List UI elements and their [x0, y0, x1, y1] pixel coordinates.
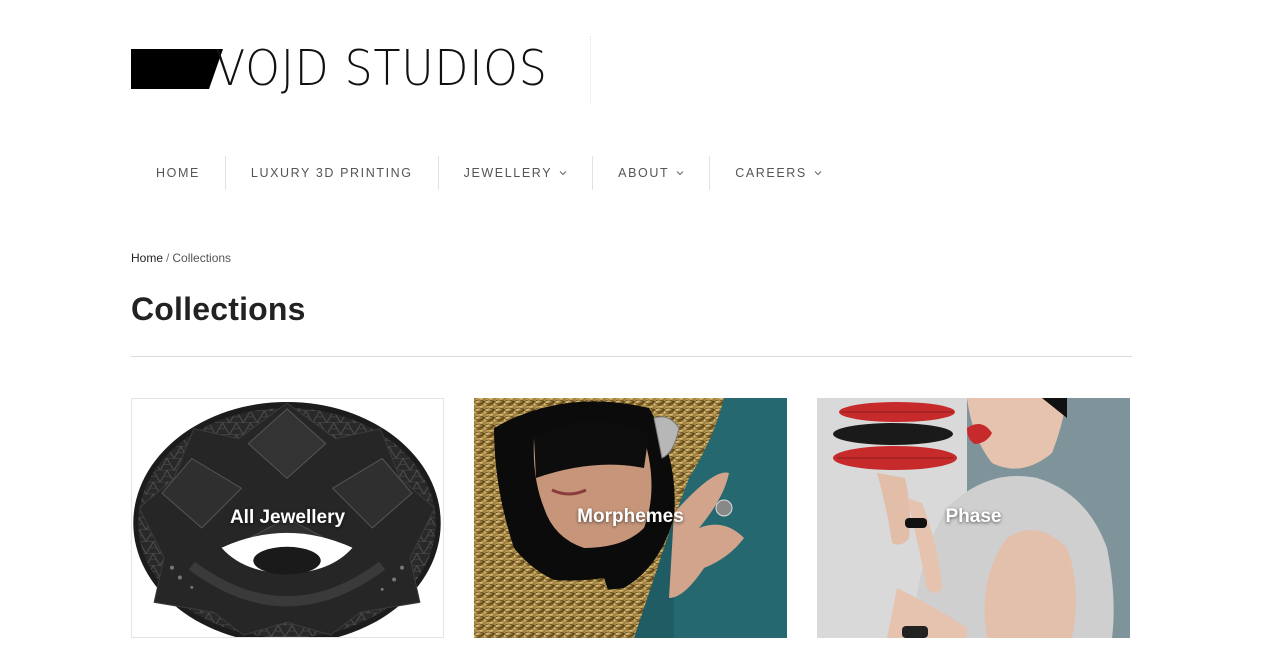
chevron-down-icon	[559, 171, 567, 176]
breadcrumb-home-link[interactable]: Home	[131, 251, 163, 265]
breadcrumb: Home / Collections	[131, 251, 231, 265]
logo-mark-icon	[131, 48, 223, 89]
collections-grid: All Jewellery Morphemes Phase	[131, 398, 1132, 638]
collection-title: Morphemes	[577, 506, 684, 527]
breadcrumb-current: Collections	[172, 251, 232, 265]
page-title: Collections	[131, 291, 306, 327]
title-divider	[131, 356, 1132, 357]
nav-item-label: ABOUT	[618, 166, 670, 180]
site-logo[interactable]: VOJD STUDIOS	[131, 44, 585, 93]
header-divider	[590, 36, 592, 104]
nav-item-jewellery[interactable]: JEWELLERY	[437, 156, 593, 190]
collection-card-phase[interactable]: Phase	[817, 398, 1130, 638]
nav-item-about[interactable]: ABOUT	[592, 156, 709, 190]
nav-item-label: CAREERS	[735, 166, 807, 180]
nav-item-label: JEWELLERY	[463, 166, 553, 180]
nav-item-luxury-3d-printing[interactable]: LUXURY 3D PRINTING	[224, 156, 438, 190]
collection-card-morphemes[interactable]: Morphemes	[474, 398, 787, 638]
chevron-down-icon	[814, 171, 822, 176]
collection-card-all-jewellery[interactable]: All Jewellery	[131, 398, 444, 638]
breadcrumb-separator: /	[166, 251, 170, 265]
nav-item-home[interactable]: HOME	[131, 156, 225, 190]
logo-text: VOJD STUDIOS	[215, 40, 548, 97]
collection-title: All Jewellery	[229, 507, 346, 528]
collection-title: Phase	[945, 506, 1002, 527]
nav-item-label: LUXURY 3D PRINTING	[250, 166, 413, 180]
nav-item-careers[interactable]: CAREERS	[709, 156, 847, 190]
nav-item-label: HOME	[156, 166, 200, 180]
chevron-down-icon	[676, 171, 684, 176]
main-nav: HOME LUXURY 3D PRINTING JEWELLERY ABOUT …	[131, 156, 847, 190]
